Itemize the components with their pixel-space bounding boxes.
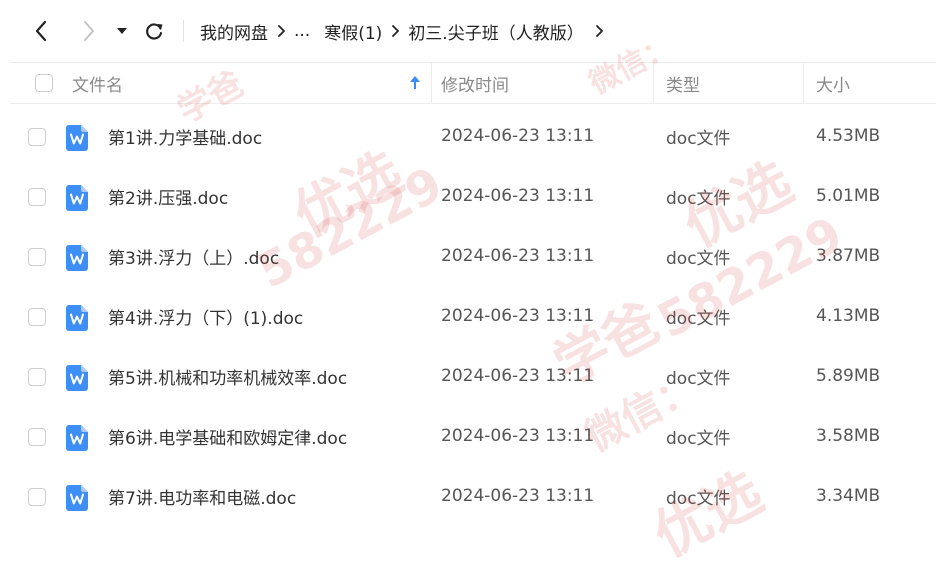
chevron-right-icon: [382, 24, 408, 38]
file-name[interactable]: 第4讲.浮力（下）(1).doc: [108, 286, 303, 346]
file-name[interactable]: 第2讲.压强.doc: [108, 166, 228, 226]
select-all-checkbox[interactable]: [35, 74, 53, 92]
file-type: doc文件: [666, 308, 731, 329]
word-doc-icon: [66, 125, 88, 151]
toolbar: 我的网盘 ... 寒假(1) 初三.尖子班（人教版）: [0, 0, 936, 62]
file-modified: 2024-06-23 13:11: [441, 306, 595, 326]
file-type: doc文件: [666, 128, 731, 149]
table-header: 文件名 修改时间 类型 大小: [10, 62, 936, 104]
back-button[interactable]: [26, 16, 56, 46]
file-modified: 2024-06-23 13:11: [441, 246, 595, 266]
word-doc-icon: [66, 185, 88, 211]
file-modified: 2024-06-23 13:11: [441, 486, 595, 506]
chevron-right-icon: [268, 24, 294, 38]
file-name[interactable]: 第5讲.机械和功率机械效率.doc: [108, 346, 347, 406]
refresh-icon: [146, 23, 163, 40]
row-checkbox[interactable]: [28, 188, 46, 206]
breadcrumb: 我的网盘 ... 寒假(1) 初三.尖子班（人教版）: [200, 16, 616, 46]
column-divider[interactable]: [431, 63, 432, 103]
row-checkbox[interactable]: [28, 488, 46, 506]
file-modified: 2024-06-23 13:11: [441, 186, 595, 206]
file-size: 3.87MB: [816, 246, 881, 266]
file-type: doc文件: [666, 248, 731, 269]
toolbar-divider: [183, 20, 184, 42]
file-type: doc文件: [666, 368, 731, 389]
word-doc-icon: [66, 305, 88, 331]
word-doc-icon: [66, 245, 88, 271]
table-row[interactable]: 第3讲.浮力（上）.doc 2024-06-23 13:11 doc文件 3.8…: [0, 226, 936, 286]
file-size: 3.34MB: [816, 486, 881, 506]
file-name[interactable]: 第1讲.力学基础.doc: [108, 106, 262, 166]
sort-ascending-icon[interactable]: [408, 75, 422, 91]
row-checkbox[interactable]: [28, 128, 46, 146]
breadcrumb-item-root[interactable]: 我的网盘: [200, 19, 268, 44]
row-checkbox[interactable]: [28, 368, 46, 386]
forward-button[interactable]: [74, 16, 104, 46]
chevron-right-icon: [84, 21, 94, 41]
column-header-modified[interactable]: 修改时间: [441, 63, 509, 103]
row-checkbox[interactable]: [28, 308, 46, 326]
chevron-left-icon: [35, 20, 47, 42]
file-size: 5.01MB: [816, 186, 881, 206]
file-name[interactable]: 第6讲.电学基础和欧姆定律.doc: [108, 406, 347, 466]
file-size: 3.58MB: [816, 426, 881, 446]
refresh-button[interactable]: [139, 16, 169, 46]
column-header-size[interactable]: 大小: [816, 63, 850, 103]
table-row[interactable]: 第5讲.机械和功率机械效率.doc 2024-06-23 13:11 doc文件…: [0, 346, 936, 406]
file-modified: 2024-06-23 13:11: [441, 426, 595, 446]
word-doc-icon: [66, 425, 88, 451]
history-dropdown-button[interactable]: [108, 16, 136, 46]
table-row[interactable]: 第4讲.浮力（下）(1).doc 2024-06-23 13:11 doc文件 …: [0, 286, 936, 346]
file-modified: 2024-06-23 13:11: [441, 366, 595, 386]
select-all-cell: [35, 63, 53, 103]
breadcrumb-item-winter[interactable]: 寒假(1): [324, 19, 382, 44]
row-checkbox[interactable]: [28, 248, 46, 266]
file-size: 4.13MB: [816, 306, 881, 326]
file-name[interactable]: 第7讲.电功率和电磁.doc: [108, 466, 296, 526]
file-type: doc文件: [666, 428, 731, 449]
file-size: 4.53MB: [816, 126, 881, 146]
table-row[interactable]: 第6讲.电学基础和欧姆定律.doc 2024-06-23 13:11 doc文件…: [0, 406, 936, 466]
row-checkbox[interactable]: [28, 428, 46, 446]
file-size: 5.89MB: [816, 366, 881, 386]
column-divider[interactable]: [653, 63, 654, 103]
caret-down-icon: [117, 28, 127, 34]
table-row[interactable]: 第7讲.电功率和电磁.doc 2024-06-23 13:11 doc文件 3.…: [0, 466, 936, 526]
file-type: doc文件: [666, 488, 731, 509]
column-header-name[interactable]: 文件名: [72, 63, 123, 103]
breadcrumb-item-ellipsis[interactable]: ...: [294, 21, 310, 41]
breadcrumb-item-current[interactable]: 初三.尖子班（人教版）: [408, 19, 583, 44]
word-doc-icon: [66, 365, 88, 391]
table-row[interactable]: 第1讲.力学基础.doc 2024-06-23 13:11 doc文件 4.53…: [0, 106, 936, 166]
file-type: doc文件: [666, 188, 731, 209]
chevron-right-icon[interactable]: [584, 24, 616, 38]
file-modified: 2024-06-23 13:11: [441, 126, 595, 146]
table-row[interactable]: 第2讲.压强.doc 2024-06-23 13:11 doc文件 5.01MB: [0, 166, 936, 226]
word-doc-icon: [66, 485, 88, 511]
column-divider[interactable]: [803, 63, 804, 103]
column-header-type[interactable]: 类型: [666, 63, 700, 103]
file-name[interactable]: 第3讲.浮力（上）.doc: [108, 226, 279, 286]
